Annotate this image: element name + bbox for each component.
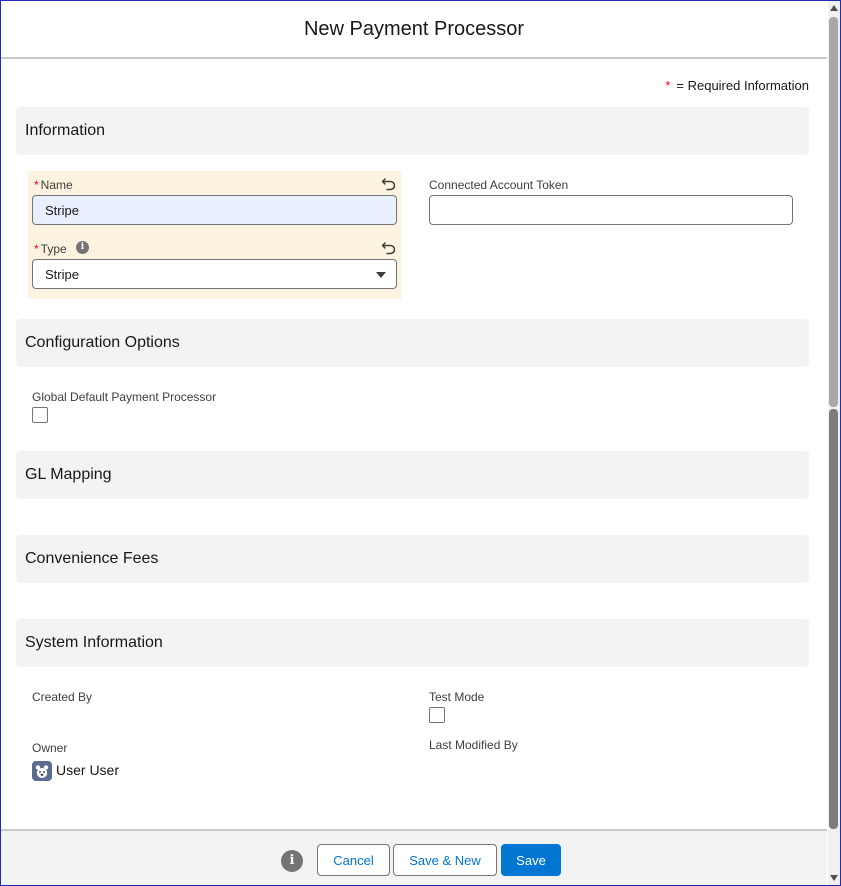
scroll-up-arrow-icon[interactable] bbox=[830, 5, 838, 11]
save-and-new-button[interactable]: Save & New bbox=[393, 844, 497, 876]
required-star: * bbox=[665, 78, 671, 93]
section-title-convenience-fees: Convenience Fees bbox=[25, 550, 159, 567]
global-default-label: Global Default Payment Processor bbox=[32, 390, 217, 404]
chevron-down-icon bbox=[376, 272, 386, 278]
name-label: * Name bbox=[34, 178, 73, 192]
undo-icon[interactable] bbox=[381, 240, 397, 256]
name-label-text: Name bbox=[40, 178, 73, 192]
type-label-text: Type bbox=[40, 242, 67, 256]
name-input[interactable]: Stripe bbox=[32, 195, 397, 225]
section-system-information[interactable]: System Information bbox=[16, 619, 809, 667]
section-information: Information bbox=[16, 107, 809, 155]
cancel-button[interactable]: Cancel bbox=[317, 844, 390, 876]
info-icon[interactable]: i bbox=[76, 241, 89, 254]
scroll-down-arrow-icon[interactable] bbox=[830, 875, 838, 881]
owner-name-link[interactable]: User User bbox=[56, 762, 119, 778]
section-title-information: Information bbox=[25, 122, 106, 139]
section-configuration-options: Configuration Options bbox=[16, 319, 809, 367]
owner-label: Owner bbox=[32, 741, 68, 755]
type-label: * Type bbox=[34, 242, 67, 256]
undo-icon[interactable] bbox=[381, 176, 397, 192]
type-required-mark: * bbox=[34, 242, 39, 256]
last-modified-by-label: Last Modified By bbox=[429, 738, 518, 752]
modal-footer: i Cancel Save & New Save bbox=[1, 829, 827, 885]
global-default-checkbox[interactable] bbox=[32, 407, 48, 423]
info-icon[interactable]: i bbox=[281, 850, 303, 872]
modal-header: New Payment Processor bbox=[1, 1, 827, 59]
created-by-label: Created By bbox=[32, 690, 93, 704]
section-gl-mapping[interactable]: GL Mapping bbox=[16, 451, 809, 499]
type-select-value: Stripe bbox=[45, 266, 79, 282]
section-title-configuration-options: Configuration Options bbox=[25, 334, 180, 351]
user-avatar-icon[interactable] bbox=[32, 761, 52, 781]
vertical-scrollbar[interactable] bbox=[828, 1, 840, 885]
type-select[interactable]: Stripe bbox=[32, 259, 397, 289]
test-mode-checkbox[interactable] bbox=[429, 707, 445, 723]
required-legend-text: = Required Information bbox=[676, 78, 809, 93]
connected-account-token-label: Connected Account Token bbox=[429, 178, 569, 192]
test-mode-label: Test Mode bbox=[429, 690, 485, 704]
name-required-mark: * bbox=[34, 178, 39, 192]
section-title-gl-mapping: GL Mapping bbox=[25, 466, 112, 483]
scrollbar-thumb[interactable] bbox=[829, 409, 838, 829]
scrollbar-track-upper bbox=[829, 17, 838, 407]
name-input-value: Stripe bbox=[45, 202, 79, 218]
section-title-system-information: System Information bbox=[25, 634, 163, 651]
save-button[interactable]: Save bbox=[501, 844, 561, 876]
modal-title: New Payment Processor bbox=[303, 17, 525, 40]
section-convenience-fees[interactable]: Convenience Fees bbox=[16, 535, 809, 583]
required-legend: * = Required Information bbox=[665, 78, 809, 93]
user-avatar-graphic bbox=[35, 765, 49, 778]
connected-account-token-input[interactable] bbox=[429, 195, 793, 225]
